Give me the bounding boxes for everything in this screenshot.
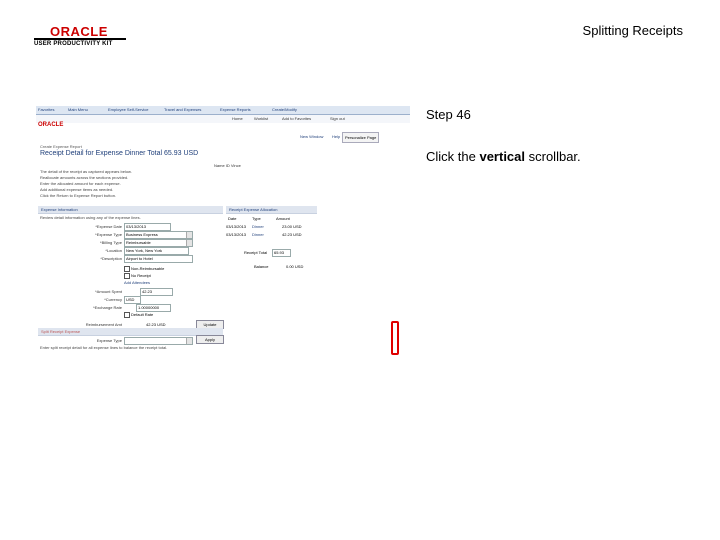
nav-self-service[interactable]: Employee Self-Service — [108, 107, 148, 112]
expense-information-header[interactable]: Expense Information — [38, 206, 223, 214]
location-field[interactable]: New York, New York — [124, 247, 189, 255]
col-amount: Amount — [276, 216, 290, 221]
instruction-line: Add additional expense items as needed. — [40, 187, 114, 192]
reimbursement-amount-value: 42.23 USD — [146, 322, 166, 327]
dropdown-arrow-icon[interactable] — [186, 232, 192, 238]
application-screenshot: Favorites Main Menu Employee Self-Servic… — [36, 106, 410, 354]
breadcrumb: Create Expense Report — [40, 144, 82, 149]
exchange-rate-field[interactable]: 1.00000000 — [136, 304, 171, 312]
receipt-allocation-header[interactable]: Receipt Expense Allocation — [226, 206, 317, 214]
utility-navigation: Home Worklist Add to Favorites Sign out — [36, 115, 410, 123]
default-rate-checkbox[interactable] — [124, 312, 130, 318]
instruction-line: Click the Return to Expense Report butto… — [40, 193, 117, 198]
exchange-rate-label: *Exchange Rate — [93, 305, 122, 310]
row-type-link[interactable]: Dinner — [252, 224, 264, 229]
top-navigation: Favorites Main Menu Employee Self-Servic… — [36, 106, 410, 115]
row-type-link[interactable]: Dinner — [252, 232, 264, 237]
col-date: Date — [228, 216, 237, 221]
no-receipt-checkbox[interactable] — [124, 273, 130, 279]
currency-field[interactable]: USD — [124, 296, 141, 304]
new-window-link[interactable]: New Window — [298, 132, 325, 141]
nav-main-menu[interactable]: Main Menu — [68, 107, 88, 112]
receipt-total-field[interactable]: 65.93 — [272, 249, 291, 257]
location-label: *Location — [105, 248, 122, 253]
dropdown-arrow-icon[interactable] — [186, 338, 192, 344]
dropdown-arrow-icon[interactable] — [186, 240, 192, 246]
footer-note: Enter split receipt detail for all expen… — [40, 345, 168, 350]
step-instruction: Click the vertical scrollbar. — [426, 149, 581, 164]
non-reimbursable-checkbox[interactable] — [124, 266, 130, 272]
instruction-line: The detail of the receipt as captured ap… — [40, 169, 132, 174]
help-link[interactable]: Help — [330, 132, 342, 141]
billing-type-select[interactable]: Reimbursable — [124, 239, 193, 247]
instruction-prefix: Click the — [426, 149, 480, 164]
balance-value: 0.00 USD — [286, 264, 304, 269]
currency-label: *Currency — [104, 297, 122, 302]
logo-brand: ORACLE — [50, 24, 108, 39]
expense-type-label: *Expense Type — [95, 232, 122, 237]
employee-name: Name ID Vince — [214, 163, 241, 168]
split-expense-type-select[interactable] — [124, 337, 193, 345]
row-date: 03/13/2013 — [226, 224, 247, 229]
nav-home[interactable]: Home — [232, 116, 243, 121]
nav-create-modify[interactable]: Create/Modify — [272, 107, 297, 112]
amount-spent-field[interactable]: 42.23 — [140, 288, 173, 296]
billing-type-value: Reimbursable — [126, 240, 151, 245]
nav-worklist[interactable]: Worklist — [254, 116, 268, 121]
description-field[interactable]: Airport to Hotel — [124, 255, 193, 263]
expense-date-label: *Expense Date — [95, 224, 122, 229]
non-reimbursable-label: Non-Reimbursable — [131, 266, 165, 271]
expense-type-split-label: Expense Type — [96, 338, 122, 343]
add-attendees-link[interactable]: Add Attendees — [124, 280, 150, 285]
personalize-page-button[interactable]: Personalize Page — [342, 132, 380, 143]
reimbursement-amount-label: Reimbursement Amt — [85, 322, 122, 327]
step-number: Step 46 — [426, 107, 471, 122]
vertical-scrollbar-highlight[interactable] — [391, 321, 399, 355]
no-receipt-label: No Receipt — [131, 273, 151, 278]
nav-sign-out[interactable]: Sign out — [330, 116, 345, 121]
instruction-line: Enter the allocated amount for each expe… — [40, 181, 121, 186]
nav-expense-reports[interactable]: Expense Reports — [220, 107, 251, 112]
balance-label: Balance — [254, 264, 269, 269]
nav-travel-expenses[interactable]: Travel and Expenses — [164, 107, 201, 112]
row-date: 03/13/2013 — [226, 232, 247, 237]
default-rate-label: Default Rate — [131, 312, 154, 317]
apply-button[interactable]: Apply — [196, 335, 224, 344]
page-heading: Receipt Detail for Expense Dinner Total … — [40, 150, 199, 157]
amount-spent-label: *Amount Spent — [95, 289, 122, 294]
oracle-app-logo: ORACLE — [38, 122, 64, 128]
expense-date-field[interactable]: 03/13/2013 — [124, 223, 171, 231]
row-amount: 42.23 USD — [282, 232, 302, 237]
description-label: *Description — [100, 256, 122, 261]
billing-type-label: *Billing Type — [100, 240, 122, 245]
nav-add-favorites[interactable]: Add to Favorites — [282, 116, 311, 121]
oracle-upk-logo: ORACLE USER PRODUCTIVITY KIT — [34, 24, 126, 48]
logo-subtitle: USER PRODUCTIVITY KIT — [34, 41, 113, 47]
nav-favorites[interactable]: Favorites — [38, 107, 54, 112]
expense-info-note: Review detail information using any of t… — [40, 215, 141, 220]
slide-title: Splitting Receipts — [582, 23, 683, 38]
expense-type-select[interactable]: Business Express — [124, 231, 193, 239]
logo-rule — [34, 38, 126, 40]
expense-type-value: Business Express — [126, 232, 158, 237]
col-type: Type — [252, 216, 261, 221]
receipt-total-label: Receipt Total — [244, 250, 268, 255]
instruction-emphasis: vertical — [479, 149, 526, 164]
row-amount: 23.00 USD — [282, 224, 302, 229]
instruction-line: Reallocate amounts across the sections p… — [40, 175, 129, 180]
instruction-suffix: scrollbar. — [525, 149, 581, 164]
